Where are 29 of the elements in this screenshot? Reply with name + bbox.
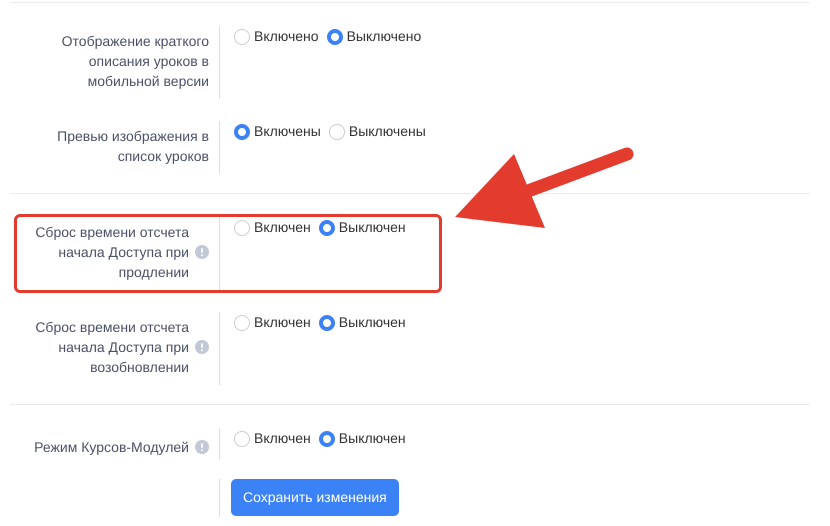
radio-button[interactable] xyxy=(234,315,250,331)
info-icon[interactable] xyxy=(195,440,209,454)
option-label[interactable]: Выключен xyxy=(338,428,406,448)
info-icon[interactable] xyxy=(195,245,209,259)
option-label[interactable]: Включен xyxy=(254,428,311,448)
radio-button[interactable] xyxy=(318,220,335,236)
radio-button[interactable] xyxy=(234,220,250,236)
radio-button[interactable] xyxy=(326,29,343,45)
option-label[interactable]: Выключен xyxy=(338,312,406,332)
radio-button[interactable] xyxy=(234,431,250,447)
option-label[interactable]: Включен xyxy=(254,217,311,237)
setting-label: Превью изображения в список уроков xyxy=(56,127,209,166)
option-label[interactable]: Выключено xyxy=(346,26,422,46)
setting-label: Отображение краткого описания уроков в мобильной версии xyxy=(60,32,209,91)
save-button[interactable]: Сохранить изменения xyxy=(231,479,399,516)
radio-button[interactable] xyxy=(234,29,250,45)
radio-button[interactable] xyxy=(328,124,345,140)
radio-button[interactable] xyxy=(318,431,335,447)
option-label[interactable]: Выключен xyxy=(338,217,406,237)
option-label[interactable]: Включено xyxy=(254,26,319,46)
setting-label: Режим Курсов-Модулей xyxy=(34,438,189,456)
setting-label: Сброс времени отсчета начала Доступа при возобновлении xyxy=(34,318,189,377)
info-icon[interactable] xyxy=(195,340,209,354)
radio-button[interactable] xyxy=(318,315,335,331)
radio-button[interactable] xyxy=(234,124,250,140)
setting-label: Сброс времени отсчета начала Доступа при продлении xyxy=(34,223,189,282)
option-label[interactable]: Выключены xyxy=(348,121,426,141)
option-label[interactable]: Включены xyxy=(254,121,321,141)
option-label[interactable]: Включен xyxy=(254,312,311,332)
